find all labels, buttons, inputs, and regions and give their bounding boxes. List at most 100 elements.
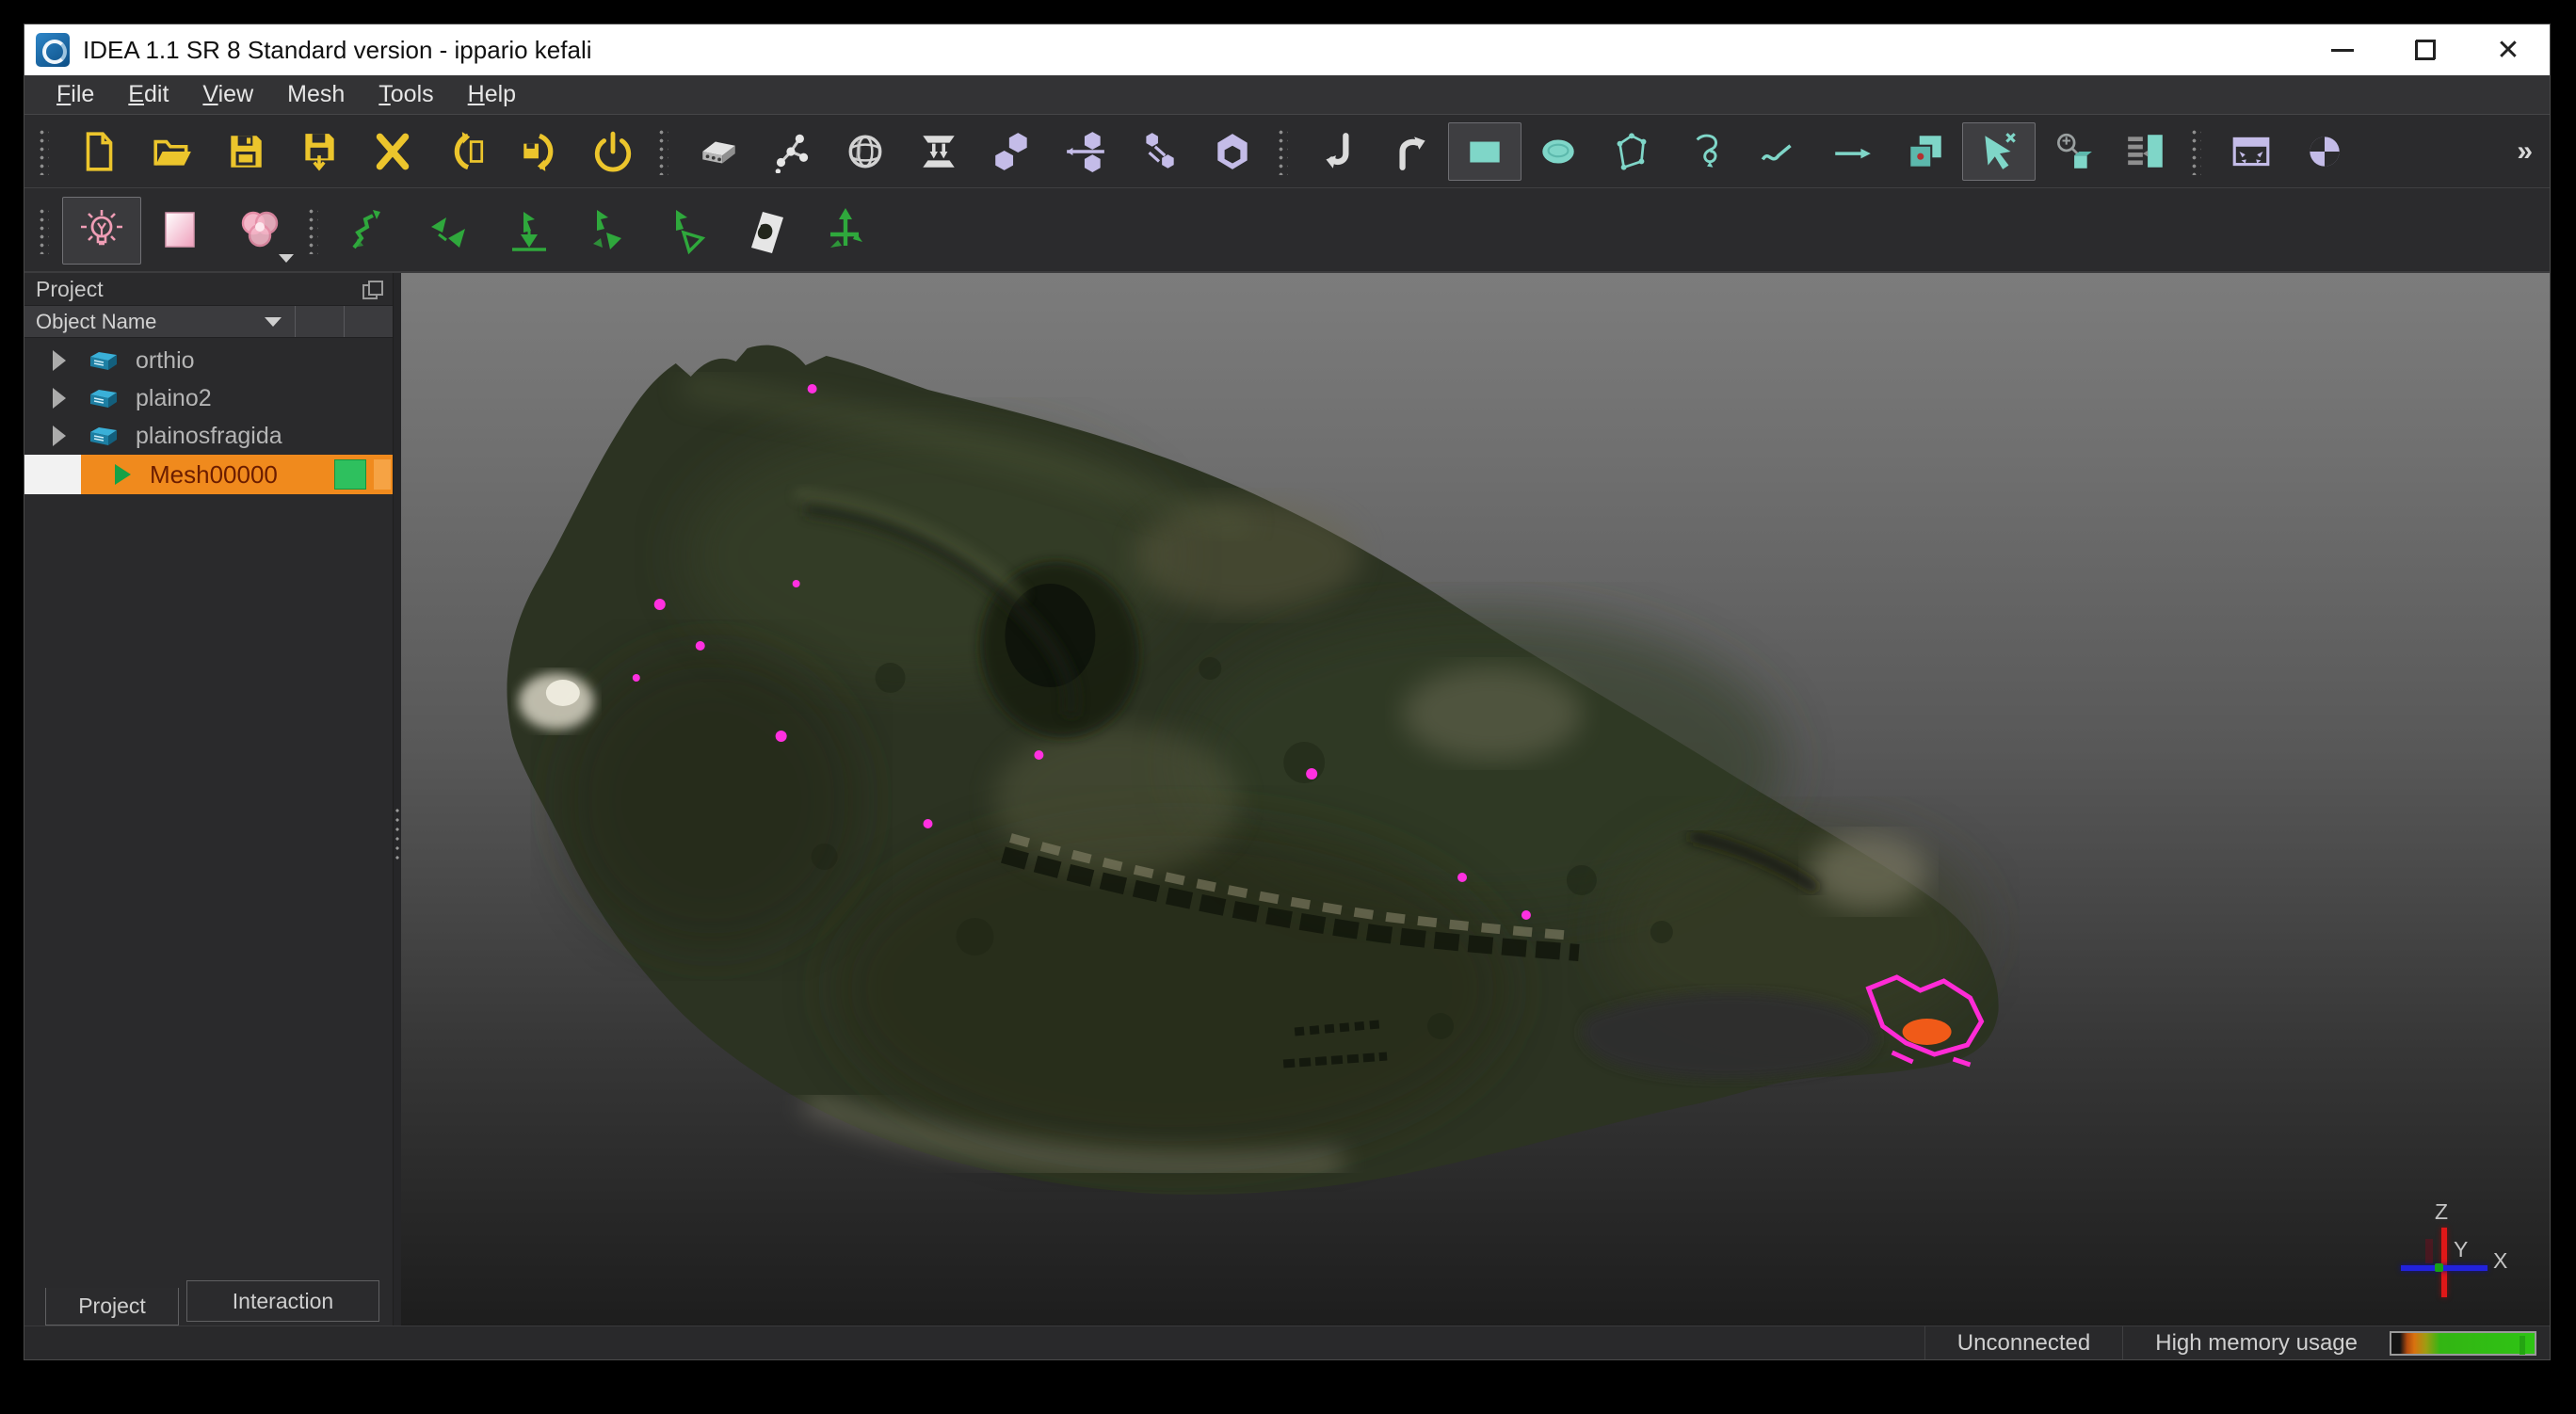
- float-panel-icon[interactable]: [362, 281, 383, 297]
- restore-icon: [2415, 40, 2436, 60]
- axis-z-line: [2441, 1228, 2447, 1297]
- inspect-object-button[interactable]: [2036, 122, 2109, 181]
- expand-caret-icon[interactable]: [53, 426, 66, 446]
- panel-tabs: Project Interaction: [24, 1280, 393, 1326]
- tree-item-label[interactable]: orthio: [136, 347, 195, 375]
- polygon-select-button[interactable]: [1595, 122, 1668, 181]
- new-document-button[interactable]: [62, 122, 136, 181]
- dropdown-caret-icon: [279, 254, 294, 263]
- tab-interaction[interactable]: Interaction: [186, 1280, 379, 1322]
- menu-mesh[interactable]: Mesh: [270, 77, 362, 112]
- mesh-icon: [115, 464, 131, 485]
- export-project-button[interactable]: [503, 122, 576, 181]
- duplicate-view-button[interactable]: [1889, 122, 1962, 181]
- mesh-compare-button[interactable]: [1122, 122, 1196, 181]
- normals-triangle-button[interactable]: [569, 197, 648, 265]
- globe-texture-button[interactable]: [829, 122, 902, 181]
- horse-skull-mesh: [401, 273, 2550, 1327]
- expand-caret-icon[interactable]: [53, 388, 66, 409]
- delete-button[interactable]: [356, 122, 429, 181]
- axis-shadow: [2425, 1239, 2433, 1263]
- expand-caret-icon[interactable]: [53, 350, 66, 371]
- polyline-select-button[interactable]: [1742, 122, 1815, 181]
- ellipse-select-button[interactable]: [1521, 122, 1595, 181]
- scan-group-icon: [89, 348, 119, 373]
- axis-indicator: Z Y X: [2393, 1201, 2518, 1312]
- object-list-button[interactable]: [2109, 122, 2182, 181]
- menu-bar: File Edit View Mesh Tools Help: [24, 75, 2550, 115]
- tab-project[interactable]: Project: [45, 1288, 179, 1326]
- open-folder-button[interactable]: [136, 122, 209, 181]
- toolbar-grip[interactable]: [38, 128, 49, 175]
- viewport-3d[interactable]: Z Y X: [401, 273, 2550, 1327]
- panel-splitter[interactable]: [394, 273, 401, 1327]
- minimize-button[interactable]: [2301, 24, 2384, 75]
- normal-outline-button[interactable]: [648, 197, 727, 265]
- save-button[interactable]: [209, 122, 282, 181]
- mesh-checkbox-cell[interactable]: [24, 455, 81, 494]
- close-button[interactable]: ✕: [2467, 24, 2550, 75]
- column-object-name[interactable]: Object Name: [24, 306, 295, 337]
- decimate-button[interactable]: [902, 122, 975, 181]
- color-blend-button[interactable]: [220, 197, 299, 265]
- normal-down-button[interactable]: [490, 197, 569, 265]
- save-as-button[interactable]: [282, 122, 356, 181]
- menu-edit[interactable]: Edit: [111, 77, 185, 112]
- toolbar-grip[interactable]: [1277, 128, 1288, 175]
- memory-usage-bar: [2390, 1331, 2536, 1356]
- visibility-indicator[interactable]: [334, 459, 366, 490]
- scan-group-icon: [89, 386, 119, 410]
- tree-item-label[interactable]: plainosfragida: [136, 423, 282, 450]
- tree-row-mesh00000-selected[interactable]: Mesh00000: [24, 455, 393, 494]
- restore-button[interactable]: [2384, 24, 2467, 75]
- mesh-split-button[interactable]: [1049, 122, 1122, 181]
- menu-tools[interactable]: Tools: [362, 77, 450, 112]
- axis-y-label: Y: [2454, 1237, 2468, 1262]
- tree-item-label[interactable]: Mesh00000: [150, 460, 278, 490]
- tree-row-plainosfragida[interactable]: plainosfragida: [24, 417, 393, 455]
- toolbar-grip[interactable]: [38, 207, 49, 254]
- tree-column-header: Object Name: [24, 305, 393, 338]
- orbit-view-button[interactable]: [2288, 122, 2361, 181]
- toolbar-grip[interactable]: [657, 128, 668, 175]
- align-axes-button[interactable]: [806, 197, 885, 265]
- lasso-select-button[interactable]: [1668, 122, 1742, 181]
- close-icon: ✕: [2496, 34, 2520, 67]
- tree-item-label[interactable]: plaino2: [136, 385, 212, 412]
- menu-view[interactable]: View: [185, 77, 270, 112]
- tree-row-plaino2[interactable]: plaino2: [24, 379, 393, 417]
- rectangle-select-button[interactable]: [1448, 122, 1521, 181]
- secondary-toolbar: [24, 189, 2550, 273]
- registration-points-button[interactable]: [755, 122, 829, 181]
- menu-help[interactable]: Help: [451, 77, 533, 112]
- line-select-button[interactable]: [1815, 122, 1889, 181]
- column-extra-1[interactable]: [295, 306, 344, 337]
- pick-cursor-button[interactable]: [1962, 122, 2036, 181]
- main-toolbar: »: [24, 116, 2550, 188]
- tree-row-orthio[interactable]: orthio: [24, 342, 393, 379]
- toolbar-overflow-chevron[interactable]: »: [2517, 136, 2531, 168]
- redo-button[interactable]: [1375, 122, 1448, 181]
- object-tree: orthio plaino2 plainosfragida Mesh0: [24, 342, 393, 494]
- menu-file[interactable]: File: [40, 77, 111, 112]
- status-bar: Unconnected High memory usage: [24, 1326, 2550, 1359]
- toolbar-grip[interactable]: [2190, 128, 2201, 175]
- axis-x-label: X: [2493, 1248, 2507, 1274]
- light-toggle-button[interactable]: [62, 197, 141, 265]
- power-button[interactable]: [576, 122, 650, 181]
- toolbar-grip[interactable]: [307, 207, 318, 254]
- scanner-button[interactable]: [682, 122, 755, 181]
- axis-z-label: Z: [2435, 1199, 2448, 1225]
- mesh-pair-button[interactable]: [975, 122, 1049, 181]
- column-extra-2[interactable]: [344, 306, 393, 337]
- connection-status: Unconnected: [1924, 1326, 2122, 1359]
- material-gradient-button[interactable]: [141, 197, 220, 265]
- undo-button[interactable]: [1301, 122, 1375, 181]
- mesh-hole-fill-button[interactable]: [1196, 122, 1269, 181]
- curve-edit-button[interactable]: [331, 197, 411, 265]
- window-title: IDEA 1.1 SR 8 Standard version - ippario…: [83, 36, 592, 65]
- fit-view-button[interactable]: [2214, 122, 2288, 181]
- import-project-button[interactable]: [429, 122, 503, 181]
- normals-pair-button[interactable]: [411, 197, 490, 265]
- flip-normals-button[interactable]: [727, 197, 806, 265]
